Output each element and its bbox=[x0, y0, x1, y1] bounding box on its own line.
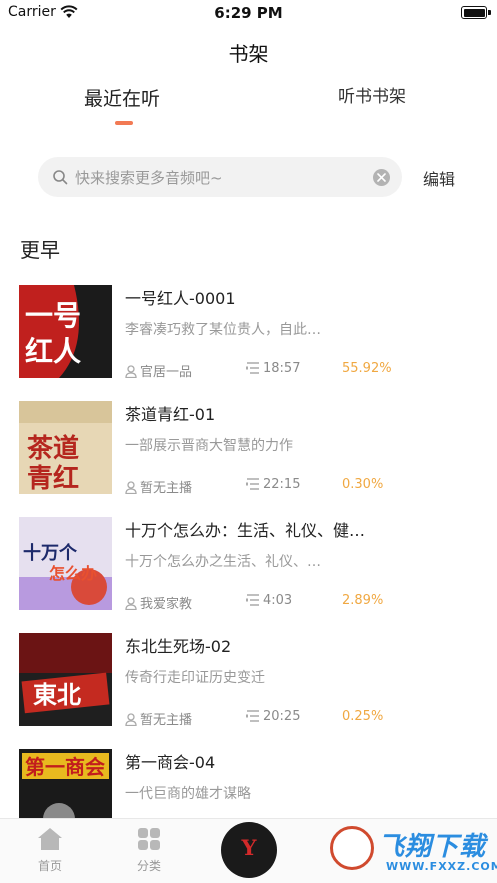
item-host-label: 暂无主播 bbox=[140, 481, 193, 496]
item-host-label: 我爱家教 bbox=[140, 597, 193, 612]
tab-home-label: 首页 bbox=[37, 859, 62, 873]
list-item[interactable]: 東北 东北生死场-02 传奇行走印证历史变迁 暂无主播 20:25 0.25% bbox=[0, 628, 497, 728]
watermark-url: WWW.FXXZ.COM bbox=[386, 860, 497, 873]
svg-text:茶道: 茶道 bbox=[27, 433, 79, 464]
list-item[interactable]: 茶道 青红 茶道青红-01 一部展示晋商大智慧的力作 暂无主播 22:15 0.… bbox=[0, 396, 497, 496]
home-icon bbox=[38, 828, 62, 850]
list-icon bbox=[246, 594, 259, 606]
item-host: 我爱家教 bbox=[125, 593, 192, 612]
svg-text:怎么办: 怎么办 bbox=[49, 564, 97, 583]
page-title: 书架 bbox=[228, 42, 269, 66]
user-icon bbox=[125, 713, 137, 727]
item-progress: 0.30% bbox=[342, 477, 384, 492]
item-host: 暂无主播 bbox=[125, 709, 192, 728]
list-icon bbox=[246, 710, 259, 722]
item-duration: 4:03 bbox=[246, 593, 292, 608]
search-placeholder: 快来搜索更多音频吧~ bbox=[75, 169, 223, 187]
clear-icon[interactable] bbox=[373, 169, 390, 186]
item-host-label: 暂无主播 bbox=[140, 713, 193, 728]
watermark-circle-icon bbox=[330, 826, 374, 870]
cover-image: 一号 红人 bbox=[19, 285, 112, 378]
user-icon bbox=[125, 481, 137, 495]
search-icon bbox=[53, 170, 68, 185]
item-desc: 十万个怎么办之生活、礼仪、… bbox=[125, 554, 321, 570]
item-title: 一号红人-0001 bbox=[125, 289, 236, 308]
item-duration-label: 22:15 bbox=[263, 477, 301, 492]
item-title: 十万个怎么办：生活、礼仪、健… bbox=[125, 521, 366, 540]
item-progress: 0.25% bbox=[342, 709, 384, 724]
tab-category-label: 分类 bbox=[136, 859, 161, 873]
item-progress: 2.89% bbox=[342, 593, 384, 608]
status-bar: Carrier 6:29 PM bbox=[0, 0, 497, 26]
item-duration-label: 20:25 bbox=[263, 709, 301, 724]
cover-image: 東北 bbox=[19, 633, 112, 726]
battery-tip bbox=[488, 10, 491, 15]
svg-text:第一商会: 第一商会 bbox=[25, 755, 105, 779]
svg-text:一号: 一号 bbox=[25, 299, 81, 332]
tab-category[interactable]: 分类 bbox=[119, 827, 179, 874]
item-title: 东北生死场-02 bbox=[125, 637, 232, 656]
battery-icon bbox=[461, 6, 487, 19]
list-icon bbox=[246, 362, 259, 374]
item-host: 官居一品 bbox=[125, 361, 192, 380]
tab-shelf[interactable]: 听书书架 bbox=[338, 82, 406, 107]
item-duration-label: 18:57 bbox=[263, 361, 301, 376]
item-host-label: 官居一品 bbox=[140, 365, 193, 380]
watermark-text: 飞翔下载 bbox=[378, 832, 487, 862]
list-item[interactable]: 十万个 怎么办 十万个怎么办：生活、礼仪、健… 十万个怎么办之生活、礼仪、… 我… bbox=[0, 512, 497, 612]
item-progress: 55.92% bbox=[342, 361, 392, 376]
cover-image: 十万个 怎么办 bbox=[19, 517, 112, 610]
svg-text:十万个: 十万个 bbox=[23, 542, 78, 564]
item-duration: 18:57 bbox=[246, 361, 300, 376]
svg-text:東北: 東北 bbox=[33, 680, 81, 709]
clock: 6:29 PM bbox=[214, 4, 283, 22]
svg-text:青红: 青红 bbox=[27, 463, 79, 494]
item-desc: 李睿凑巧救了某位贵人，自此… bbox=[125, 322, 321, 338]
item-duration: 22:15 bbox=[246, 477, 300, 492]
now-playing-cover: Y bbox=[241, 835, 257, 860]
search-input[interactable]: 快来搜索更多音频吧~ bbox=[38, 157, 402, 197]
watermark-logo: 飞翔下载 WWW.FXXZ.COM bbox=[330, 826, 497, 878]
section-title: 更早 bbox=[20, 238, 60, 262]
item-duration: 20:25 bbox=[246, 709, 300, 724]
list-item[interactable]: 一号 红人 一号红人-0001 李睿凑巧救了某位贵人，自此… 官居一品 18:5… bbox=[0, 280, 497, 380]
tab-indicator bbox=[115, 121, 133, 125]
user-icon bbox=[125, 597, 137, 611]
player-button[interactable]: Y bbox=[221, 822, 277, 878]
item-host: 暂无主播 bbox=[125, 477, 192, 496]
item-desc: 传奇行走印证历史变迁 bbox=[125, 670, 265, 686]
item-duration-label: 4:03 bbox=[263, 593, 293, 608]
item-title: 第一商会-04 bbox=[125, 753, 216, 772]
list-icon bbox=[246, 478, 259, 490]
svg-text:红人: 红人 bbox=[25, 335, 81, 368]
tab-recent[interactable]: 最近在听 bbox=[84, 84, 160, 111]
tab-home[interactable]: 首页 bbox=[20, 827, 80, 874]
item-desc: 一代巨商的雄才谋略 bbox=[125, 786, 251, 802]
grid-icon bbox=[138, 828, 160, 850]
cover-image: 茶道 青红 bbox=[19, 401, 112, 494]
user-icon bbox=[125, 365, 137, 379]
item-desc: 一部展示晋商大智慧的力作 bbox=[125, 438, 293, 454]
edit-button[interactable]: 编辑 bbox=[423, 166, 455, 190]
item-title: 茶道青红-01 bbox=[125, 405, 216, 424]
